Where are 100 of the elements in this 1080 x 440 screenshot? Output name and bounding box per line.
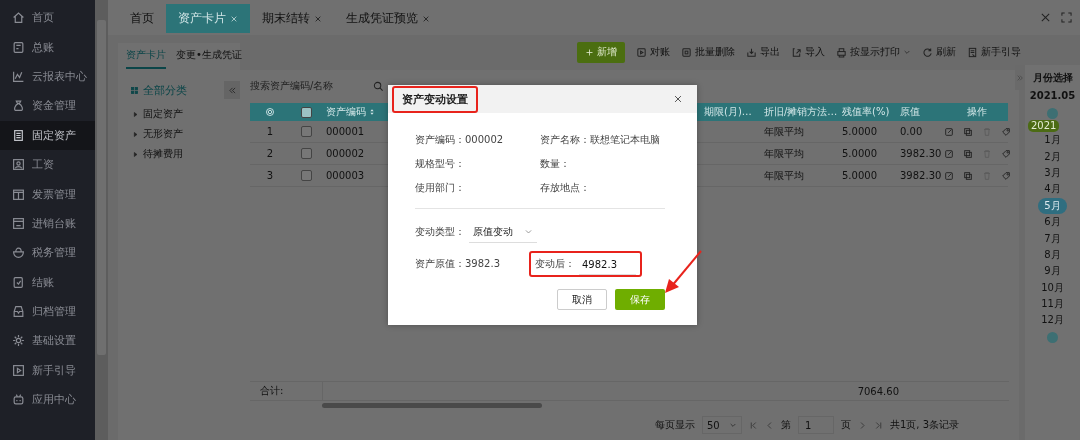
sidebar-item[interactable]: 云报表中心: [0, 61, 95, 92]
tree-item[interactable]: 固定资产: [143, 107, 183, 121]
caret-icon[interactable]: [132, 110, 139, 118]
tab[interactable]: 首页: [118, 4, 166, 33]
previous-page-icon[interactable]: [764, 420, 774, 430]
table-cell: 年限平均: [760, 143, 838, 165]
tab[interactable]: 资产卡片: [126, 48, 166, 69]
month-item[interactable]: 11月: [1035, 295, 1070, 313]
document-icon: [12, 128, 25, 142]
double-chevron-right-icon: [1016, 73, 1024, 82]
tree-item[interactable]: 无形资产: [143, 127, 183, 141]
month-item[interactable]: 6月: [1038, 213, 1067, 231]
toolbar-button[interactable]: 按显示打印: [836, 45, 911, 59]
table-cell: 0.00: [896, 121, 946, 143]
first-page-icon[interactable]: [748, 420, 758, 430]
tag-icon[interactable]: [1000, 148, 1011, 159]
month-item[interactable]: 12月: [1035, 312, 1070, 329]
month-item[interactable]: 7月: [1038, 230, 1067, 247]
category-title[interactable]: 全部分类: [143, 82, 187, 98]
sidebar-item[interactable]: 工资: [0, 149, 95, 180]
toolbar-button[interactable]: 批量删除: [681, 45, 735, 59]
sidebar-item[interactable]: 固定资产: [0, 120, 95, 150]
sidebar-item[interactable]: 进销台账: [0, 208, 95, 239]
cancel-button[interactable]: 取消: [557, 289, 607, 310]
last-page-icon[interactable]: [873, 420, 883, 430]
month-item[interactable]: 2月: [1038, 148, 1067, 165]
checkbox[interactable]: [300, 170, 312, 181]
edit-icon[interactable]: [943, 148, 954, 159]
copy-icon: [681, 46, 692, 58]
month-item[interactable]: 1月: [1038, 132, 1067, 149]
close-icon[interactable]: [422, 14, 430, 23]
table-cell: 5.0000: [838, 143, 896, 165]
page-label: 页: [840, 418, 851, 432]
table-cell: 3982.30: [896, 165, 946, 187]
edit-icon[interactable]: [943, 126, 954, 137]
gear-icon[interactable]: [265, 107, 275, 117]
tag-icon[interactable]: [1000, 170, 1011, 181]
tab[interactable]: 生成凭证预览: [334, 4, 442, 33]
toolbar-button[interactable]: 导出: [746, 45, 780, 59]
per-page-select[interactable]: 50: [701, 416, 742, 434]
change-type-select[interactable]: 原值变动: [469, 221, 537, 243]
caret-icon[interactable]: [132, 150, 139, 158]
sidebar-item[interactable]: 首页: [0, 3, 95, 33]
sidebar-item[interactable]: 结账: [0, 267, 95, 297]
sidebar-item[interactable]: 归档管理: [0, 296, 95, 327]
table-cell: 年限平均: [760, 165, 838, 187]
toolbar-button[interactable]: 导入: [791, 45, 825, 59]
image-icon: [12, 158, 25, 172]
month-item[interactable]: 8月: [1038, 246, 1067, 264]
tag-icon[interactable]: [1000, 126, 1011, 137]
double-chevron-left-icon: [227, 85, 237, 95]
edit-icon[interactable]: [943, 170, 954, 181]
tab[interactable]: 变更•生成凭证: [176, 48, 242, 67]
month-item[interactable]: 10月: [1035, 279, 1070, 296]
input-field[interactable]: 4982.3: [579, 253, 636, 275]
text-input[interactable]: 4982.3: [582, 255, 630, 273]
checkbox[interactable]: [300, 148, 312, 159]
toolbar-button[interactable]: 对账: [636, 45, 670, 59]
window-icon: [12, 216, 25, 230]
chevron-down-icon: [524, 227, 533, 236]
checkbox[interactable]: [300, 106, 312, 118]
page-field[interactable]: 1: [797, 416, 834, 434]
month-item[interactable]: 9月: [1038, 263, 1067, 280]
add-button[interactable]: 新增: [577, 41, 625, 63]
scrollbar-thumb[interactable]: [322, 403, 542, 408]
robot-icon: [12, 393, 25, 407]
sidebar-item[interactable]: 发票管理: [0, 179, 95, 209]
sidebar-item[interactable]: 应用中心: [0, 385, 95, 415]
tab[interactable]: 资产卡片: [166, 4, 250, 33]
checkbox[interactable]: [300, 126, 312, 137]
save-button[interactable]: 保存: [615, 289, 665, 310]
field-label: 变动类型：: [415, 225, 465, 239]
bowl-icon: [12, 246, 25, 260]
fullscreen-icon[interactable]: [1061, 12, 1072, 23]
sidebar-item[interactable]: 税务管理: [0, 238, 95, 268]
copy-icon[interactable]: [962, 148, 973, 159]
column-header: 残值率(%): [838, 103, 896, 121]
printer-icon: [836, 46, 847, 58]
close-icon[interactable]: [673, 94, 683, 104]
copy-icon[interactable]: [962, 126, 973, 137]
search-field[interactable]: 搜索资产编码/名称: [250, 74, 384, 98]
month-item[interactable]: 5月: [1038, 197, 1067, 214]
sidebar-item[interactable]: 新手引导: [0, 355, 95, 386]
close-icon[interactable]: [1040, 12, 1051, 23]
copy-icon[interactable]: [962, 170, 973, 181]
tree-item[interactable]: 待摊费用: [143, 147, 183, 161]
sidebar-item[interactable]: 基础设置: [0, 326, 95, 356]
month-item[interactable]: 4月: [1038, 181, 1067, 198]
import-icon: [791, 46, 802, 58]
sidebar-item[interactable]: 资金管理: [0, 91, 95, 121]
month-item[interactable]: 3月: [1038, 164, 1067, 182]
caret-icon[interactable]: [132, 130, 139, 138]
tab[interactable]: 期末结转: [250, 4, 334, 33]
close-icon[interactable]: [314, 14, 322, 23]
toolbar-button[interactable]: 新手引导: [967, 45, 1021, 59]
column-header: 原值: [896, 103, 946, 121]
toolbar-button[interactable]: 刷新: [922, 45, 956, 59]
sidebar-item[interactable]: 总账: [0, 32, 95, 62]
collapse-button[interactable]: [224, 81, 240, 99]
field-text: 资产名称：联想笔记本电脑: [540, 133, 661, 147]
